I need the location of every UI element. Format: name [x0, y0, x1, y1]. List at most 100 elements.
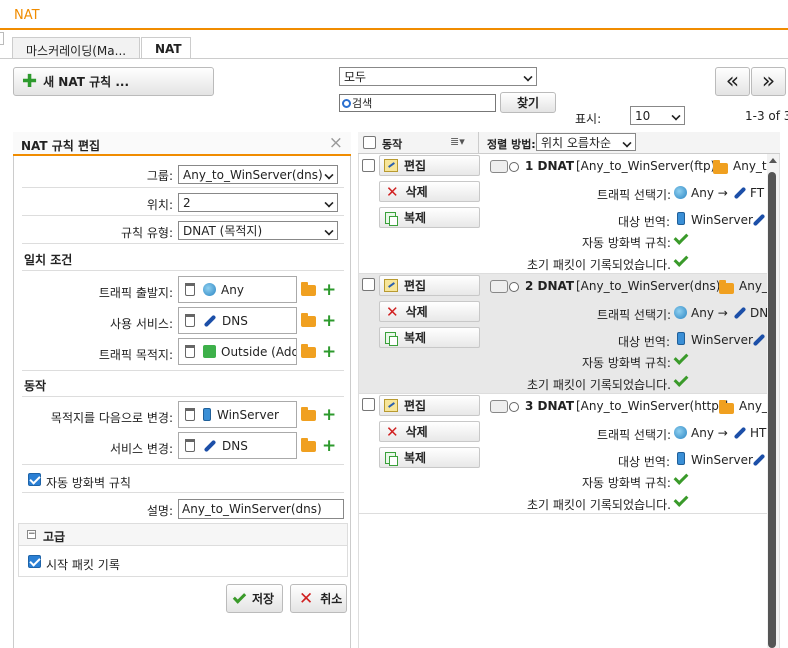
dest-translation-label: 대상 번역:	[618, 335, 671, 349]
copy-button[interactable]: 복제	[379, 327, 480, 348]
globe-icon	[674, 306, 687, 319]
delete-button[interactable]: ✕ 삭제	[379, 421, 480, 442]
advanced-title: 고급	[43, 530, 66, 544]
action-section-title: 동작	[24, 379, 47, 393]
next-page-button[interactable]: »	[751, 67, 786, 96]
rule-editor-title: NAT 규칙 편집	[21, 139, 101, 153]
dest-translation-value: WinServer	[691, 213, 753, 227]
display-count-select[interactable]: 10	[630, 106, 685, 125]
description-input[interactable]: Any_to_WinServer(dns)	[178, 499, 344, 519]
edit-button[interactable]: 편집	[379, 395, 480, 416]
row-checkbox[interactable]	[362, 278, 375, 291]
tab-label: 마스커레이딩(Ma...	[26, 44, 127, 58]
log-initial-packet-label: 시작 패킷 기록	[46, 558, 120, 572]
column-menu-icon[interactable]: ≣▾	[450, 135, 465, 148]
trash-icon[interactable]	[185, 439, 195, 452]
tab-nat[interactable]: NAT	[141, 37, 191, 58]
add-icon[interactable]: +	[322, 407, 336, 424]
rule-group: Any_t	[733, 159, 767, 173]
service-object-box[interactable]: DNS	[178, 307, 297, 334]
sort-select[interactable]: 위치 오름차순	[536, 133, 636, 151]
display-count-value: 10	[635, 108, 651, 123]
scrollbar-thumb[interactable]	[768, 172, 776, 648]
row-checkbox[interactable]	[362, 398, 375, 411]
log-initial-label: 초기 패킷이 기록되었습니다.	[527, 498, 671, 512]
prev-page-button[interactable]: «	[715, 67, 750, 96]
edit-icon	[384, 159, 398, 172]
add-icon[interactable]: +	[322, 313, 336, 330]
delete-button[interactable]: ✕ 삭제	[379, 301, 480, 322]
divider	[22, 370, 344, 371]
rule-title: 2 DNAT	[525, 279, 575, 293]
position-select-value: 2	[183, 195, 191, 210]
header-separator	[478, 132, 479, 154]
row-checkbox[interactable]	[362, 159, 375, 172]
traffic-selector-label: 트래픽 선택기:	[597, 428, 672, 442]
select-all-checkbox[interactable]	[363, 136, 376, 149]
folder-icon[interactable]	[301, 344, 316, 358]
trash-icon[interactable]	[185, 345, 195, 358]
log-initial-label: 초기 패킷이 기록되었습니다.	[527, 258, 671, 272]
folder-icon[interactable]	[301, 313, 316, 327]
dest-translation-label: 대상 번역:	[618, 215, 671, 229]
auto-firewall-label: 자동 방화벽 규칙:	[582, 356, 671, 370]
auto-firewall-label: 자동 방화벽 규칙	[46, 476, 131, 490]
description-value: Any_to_WinServer(dns)	[182, 502, 322, 516]
toggle-switch[interactable]	[490, 160, 508, 173]
folder-icon[interactable]	[301, 407, 316, 421]
folder-icon[interactable]	[301, 282, 316, 296]
log-initial-packet-checkbox[interactable]	[28, 555, 41, 568]
trash-icon[interactable]	[185, 314, 195, 327]
toggle-switch[interactable]	[490, 400, 508, 413]
save-button[interactable]: 저장	[226, 584, 283, 613]
folder-icon[interactable]	[301, 438, 316, 452]
source-object-box[interactable]: Any	[178, 276, 297, 303]
divider	[22, 464, 344, 465]
collapse-icon[interactable]: −	[27, 530, 36, 539]
search-button[interactable]: 찾기	[500, 92, 556, 113]
status-radio[interactable]	[509, 282, 519, 292]
add-icon[interactable]: +	[322, 438, 336, 455]
change-service-object-box[interactable]: DNS	[178, 432, 297, 459]
group-select[interactable]: Any_to_WinServer(dns)	[178, 165, 338, 184]
toggle-switch[interactable]	[490, 280, 508, 293]
traffic-selector-value: Any →	[691, 306, 728, 320]
trash-icon[interactable]	[185, 408, 195, 421]
auto-firewall-checkbox[interactable]	[28, 473, 41, 486]
advanced-header[interactable]: − 고급	[19, 524, 347, 546]
log-initial-label: 초기 패킷이 기록되었습니다.	[527, 378, 671, 392]
copy-button[interactable]: 복제	[379, 447, 480, 468]
copy-icon	[385, 211, 398, 226]
edit-button[interactable]: 편집	[379, 155, 480, 176]
delete-button[interactable]: ✕ 삭제	[379, 181, 480, 202]
dest-translation-value: WinServer	[691, 453, 753, 467]
rule-name: [Any_to_WinServer(http)]	[576, 399, 729, 413]
divider	[22, 270, 344, 271]
copy-button[interactable]: 복제	[379, 207, 480, 228]
position-select[interactable]: 2	[178, 193, 338, 212]
filter-select[interactable]: 모두	[339, 67, 537, 86]
dest-translation-value: WinServer	[691, 333, 753, 347]
traffic-selector-label: 트래픽 선택기:	[597, 188, 672, 202]
edit-button[interactable]: 편집	[379, 275, 480, 296]
title-bar: NAT	[0, 0, 788, 30]
tab-masquerading[interactable]: 마스커레이딩(Ma...	[12, 37, 140, 58]
search-input[interactable]: 검색	[339, 94, 496, 112]
cancel-button[interactable]: ✕ 취소	[290, 584, 347, 613]
add-icon[interactable]: +	[322, 344, 336, 361]
trash-icon[interactable]	[185, 283, 195, 296]
action-column-header: 동작	[382, 138, 403, 151]
scrollbar-track[interactable]	[767, 154, 779, 648]
add-icon[interactable]: +	[322, 282, 336, 299]
change-dest-object-box[interactable]: WinServer	[178, 401, 297, 428]
destination-object-box[interactable]: Outside (Addr	[178, 338, 297, 365]
new-nat-rule-button[interactable]: ✚ 새 NAT 규칙 ...	[13, 67, 214, 96]
status-radio[interactable]	[509, 402, 519, 412]
status-radio[interactable]	[509, 162, 519, 172]
rule-type-select[interactable]: DNAT (목적지)	[178, 221, 338, 240]
chevron-down-icon	[523, 72, 533, 82]
close-icon[interactable]: ×	[329, 133, 343, 153]
server-icon	[677, 332, 685, 345]
chevron-down-icon	[324, 170, 334, 180]
scroll-up-arrow[interactable]	[769, 158, 777, 163]
